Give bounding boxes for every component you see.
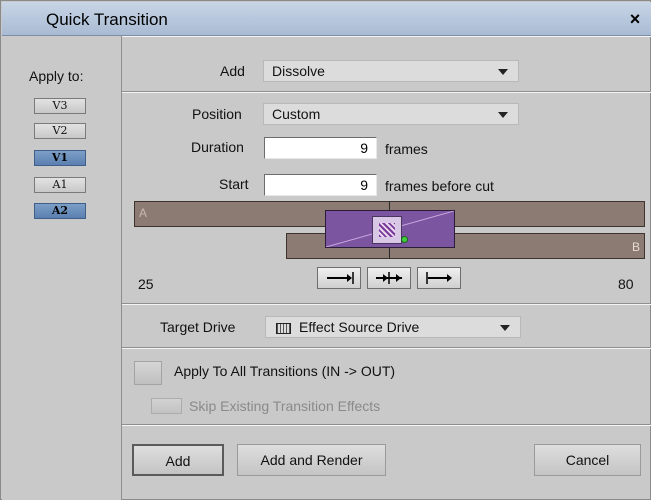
end-before-cut-button[interactable] xyxy=(317,267,361,289)
clip-b-label: B xyxy=(631,240,640,254)
apply-to-label: Apply to: xyxy=(29,68,84,84)
apply-options-section: Apply To All Transitions (IN -> OUT) Ski… xyxy=(122,348,651,425)
start-field[interactable]: 9 xyxy=(264,174,377,196)
chevron-down-icon xyxy=(500,325,510,331)
apply-all-checkbox[interactable] xyxy=(134,361,162,385)
cut-point-handle[interactable] xyxy=(401,236,408,243)
chevron-down-icon xyxy=(498,112,508,118)
apply-all-label: Apply To All Transitions (IN -> OUT) xyxy=(174,363,396,379)
add-effect-section: Add Dissolve xyxy=(122,36,651,92)
drive-icon xyxy=(276,322,291,334)
cancel-button[interactable]: Cancel xyxy=(534,444,641,476)
arrow-from-cut-icon xyxy=(426,272,452,284)
add-and-render-button[interactable]: Add and Render xyxy=(237,444,386,476)
center-on-cut-button[interactable] xyxy=(367,267,411,289)
add-label: Add xyxy=(220,63,245,79)
start-unit: frames before cut xyxy=(385,178,494,194)
track-button-v2[interactable]: V2 xyxy=(34,123,86,139)
duration-unit: frames xyxy=(385,141,428,157)
effect-icon[interactable] xyxy=(372,216,402,244)
chevron-down-icon xyxy=(498,69,508,75)
start-label: Start xyxy=(219,176,249,192)
duration-field[interactable]: 9 xyxy=(264,137,377,159)
duration-label: Duration xyxy=(191,139,244,155)
button-bar: Add Add and Render Cancel xyxy=(122,425,651,500)
arrow-to-cut-icon xyxy=(327,272,354,284)
position-label: Position xyxy=(192,106,242,122)
track-button-v3[interactable]: V3 xyxy=(34,98,86,114)
target-drive-dropdown[interactable]: Effect Source Drive xyxy=(265,316,521,338)
close-icon[interactable]: × xyxy=(625,9,645,29)
skip-existing-label: Skip Existing Transition Effects xyxy=(189,398,381,414)
range-start-label: 25 xyxy=(138,276,154,292)
track-button-a2[interactable]: A2 xyxy=(34,203,86,219)
clip-a-label: A xyxy=(139,206,148,220)
target-drive-value: Effect Source Drive xyxy=(299,319,420,335)
effect-dropdown[interactable]: Dissolve xyxy=(263,60,519,82)
track-button-v1[interactable]: V1 xyxy=(34,150,86,166)
range-end-label: 80 xyxy=(618,276,634,292)
start-at-cut-button[interactable] xyxy=(417,267,461,289)
dialog-title: Quick Transition xyxy=(46,10,168,29)
target-drive-label: Target Drive xyxy=(160,319,236,335)
target-drive-section: Target Drive Effect Source Drive xyxy=(122,304,651,348)
arrows-centered-icon xyxy=(376,272,402,284)
position-dropdown-value: Custom xyxy=(272,106,321,122)
add-button[interactable]: Add xyxy=(132,444,224,476)
track-button-a1[interactable]: A1 xyxy=(34,177,86,193)
skip-existing-checkbox[interactable] xyxy=(151,398,182,414)
quick-transition-dialog: Quick Transition × Apply to: V3 V2 V1 A1… xyxy=(0,0,651,500)
effect-dropdown-value: Dissolve xyxy=(272,63,325,79)
title-bar[interactable]: Quick Transition × xyxy=(2,2,651,36)
position-dropdown[interactable]: Custom xyxy=(263,103,519,125)
apply-to-panel: Apply to: V3 V2 V1 A1 A2 xyxy=(2,36,122,500)
dissolve-pattern-icon xyxy=(379,223,395,237)
